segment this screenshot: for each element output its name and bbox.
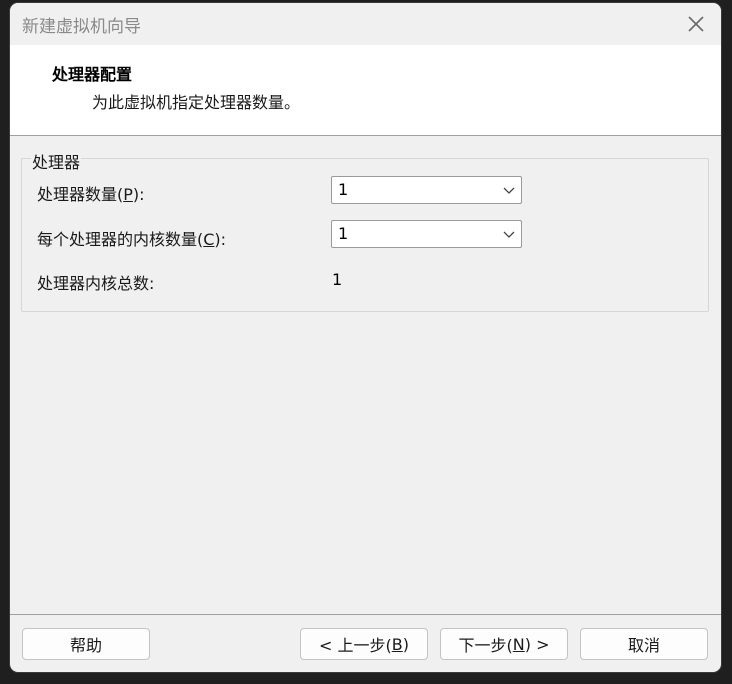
help-button[interactable]: 帮助 <box>22 628 150 660</box>
cores-per-processor-value: 1 <box>338 224 349 243</box>
processor-group: 处理器 处理器数量(P): 1 每个处理器的内核数量(C): 1 处理器内核总数… <box>21 149 709 312</box>
title-bar: 新建虚拟机向导 <box>10 3 721 45</box>
processor-count-select[interactable]: 1 <box>331 176 522 204</box>
total-cores-value: 1 <box>332 270 343 289</box>
back-button[interactable]: < 上一步(B) <box>300 628 428 660</box>
processor-count-label: 处理器数量(P): <box>37 185 145 204</box>
processor-count-value: 1 <box>338 180 349 199</box>
window-title: 新建虚拟机向导 <box>22 17 141 37</box>
close-button[interactable] <box>683 11 709 37</box>
footer-divider <box>10 614 721 615</box>
total-cores-label: 处理器内核总数: <box>37 274 155 293</box>
wizard-window: 新建虚拟机向导 处理器配置 为此虚拟机指定处理器数量。 处理器 处理器数量(P)… <box>10 3 721 672</box>
close-icon <box>688 16 704 32</box>
chevron-down-icon <box>503 187 515 194</box>
next-button[interactable]: 下一步(N) > <box>440 628 568 660</box>
cores-per-processor-select[interactable]: 1 <box>331 220 522 248</box>
page-title: 处理器配置 <box>52 65 133 84</box>
cores-per-processor-label: 每个处理器的内核数量(C): <box>37 230 227 249</box>
page-description: 为此虚拟机指定处理器数量。 <box>92 93 301 112</box>
cancel-button[interactable]: 取消 <box>580 628 708 660</box>
group-legend: 处理器 <box>31 149 82 173</box>
wizard-header: 处理器配置 为此虚拟机指定处理器数量。 <box>10 45 721 136</box>
chevron-down-icon <box>503 231 515 238</box>
